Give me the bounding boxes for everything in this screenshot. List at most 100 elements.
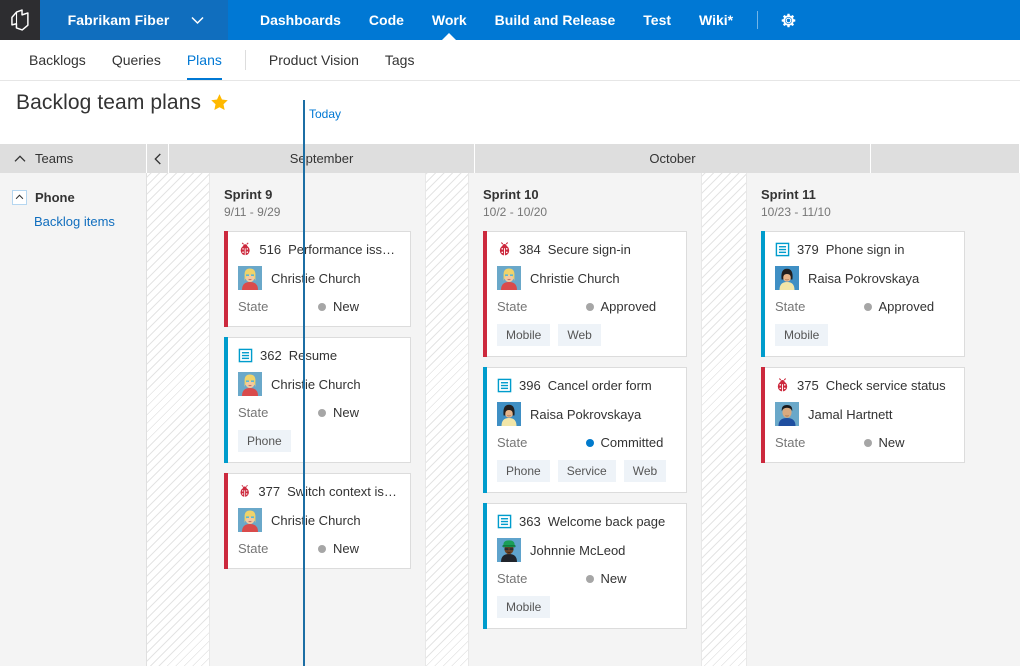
card-type-stripe	[483, 367, 487, 493]
month-label: October	[649, 151, 695, 166]
tag-chip[interactable]: Mobile	[497, 596, 550, 618]
work-item-card[interactable]: 379 Phone sign in Raisa Pokrovskaya Stat…	[761, 231, 965, 357]
state-text: Approved	[601, 299, 657, 314]
state-dot	[318, 303, 326, 311]
nav-item-build-and-release[interactable]: Build and Release	[481, 0, 630, 40]
card-state-row: State New	[238, 541, 398, 556]
vsts-logo[interactable]	[0, 0, 40, 40]
state-label: State	[238, 541, 318, 556]
state-dot	[318, 409, 326, 417]
timeline-header: Teams September October	[0, 144, 1020, 173]
vsts-logo-icon	[9, 9, 31, 31]
card-assignee: Christie Church	[497, 266, 674, 290]
state-value: New	[318, 299, 359, 314]
christie-church-avatar	[238, 508, 262, 532]
subnav-item-product-vision[interactable]: Product Vision	[256, 40, 372, 80]
card-tags: Phone	[238, 430, 398, 452]
subnav-label: Plans	[187, 52, 222, 68]
nav-label: Dashboards	[260, 12, 341, 28]
page-title: Backlog team plans	[16, 91, 201, 115]
subnav-item-plans[interactable]: Plans	[174, 40, 235, 80]
tag-chip[interactable]: Web	[558, 324, 600, 346]
sprint-column-sprint-9: Sprint 9 9/11 - 9/29 516	[210, 173, 425, 666]
primary-nav: Dashboards Code Work Build and Release T…	[228, 0, 809, 40]
nav-item-test[interactable]: Test	[629, 0, 685, 40]
subnav-item-queries[interactable]: Queries	[99, 40, 174, 80]
card-type-stripe	[761, 231, 765, 357]
nav-item-work[interactable]: Work	[418, 0, 481, 40]
card-state-row: State Approved	[497, 299, 674, 314]
today-marker-label: Today	[309, 107, 341, 121]
card-assignee: Christie Church	[238, 508, 398, 532]
account-selector[interactable]: Fabrikam Fiber	[40, 0, 228, 40]
state-text: New	[601, 571, 627, 586]
tag-chip[interactable]: Phone	[497, 460, 550, 482]
work-item-card[interactable]: 363 Welcome back page	[483, 503, 687, 629]
card-title-row: 363 Welcome back page	[497, 514, 674, 529]
card-title: Welcome back page	[548, 514, 666, 529]
collapse-teams-panel-button[interactable]	[147, 144, 169, 173]
team-backlog-link[interactable]: Backlog items	[0, 214, 146, 229]
chevron-left-icon	[154, 153, 162, 165]
nav-label: Work	[432, 12, 467, 28]
raisa-pokrovskaya-avatar	[775, 266, 799, 290]
christie-church-avatar	[497, 266, 521, 290]
state-label: State	[775, 435, 864, 450]
tag-chip[interactable]: Mobile	[497, 324, 550, 346]
chevron-up-icon	[15, 194, 24, 200]
sprint-name: Sprint 10	[483, 187, 687, 202]
bug-icon	[775, 378, 790, 393]
work-item-card[interactable]: 377 Switch context issues Christie Churc…	[224, 473, 411, 569]
tag-chip[interactable]: Mobile	[775, 324, 828, 346]
assignee-name: Johnnie McLeod	[530, 543, 625, 558]
card-title: Resume	[289, 348, 337, 363]
card-title-row: 516 Performance issues	[238, 242, 398, 257]
sprint-column-sprint-11: Sprint 11 10/23 - 11/10 379 Phone sign i…	[747, 173, 979, 666]
work-item-card[interactable]: 384 Secure sign-in Christie Church	[483, 231, 687, 357]
tag-chip[interactable]: Service	[558, 460, 616, 482]
nav-item-code[interactable]: Code	[355, 0, 418, 40]
nav-item-wiki[interactable]: Wiki*	[685, 0, 747, 40]
card-id: 375	[797, 378, 819, 393]
subnav-item-tags[interactable]: Tags	[372, 40, 428, 80]
card-type-stripe	[483, 231, 487, 357]
work-item-card[interactable]: 516 Performance issues Christie Church	[224, 231, 411, 327]
today-marker-line	[303, 100, 305, 666]
card-title-row: 377 Switch context issues	[238, 484, 398, 499]
work-item-card[interactable]: 396 Cancel order form Raisa Pokrovskaya …	[483, 367, 687, 493]
state-label: State	[238, 299, 318, 314]
work-item-card[interactable]: 375 Check service status Jamal Hartnett …	[761, 367, 965, 463]
tag-chip[interactable]: Phone	[238, 430, 291, 452]
nav-item-dashboards[interactable]: Dashboards	[246, 0, 355, 40]
assignee-name: Christie Church	[271, 271, 361, 286]
page-header: Backlog team plans	[0, 81, 1020, 124]
settings-button[interactable]	[768, 0, 809, 40]
team-collapse-toggle[interactable]	[12, 190, 27, 205]
top-navigation-bar: Fabrikam Fiber Dashboards Code Work Buil…	[0, 0, 1020, 40]
sprint-dates: 10/23 - 11/10	[761, 205, 965, 219]
card-state-row: State Committed	[497, 435, 674, 450]
card-type-stripe	[224, 473, 228, 569]
subnav-item-backlogs[interactable]: Backlogs	[16, 40, 99, 80]
work-item-card[interactable]: 362 Resume Christie Church	[224, 337, 411, 463]
product-backlog-item-icon	[775, 242, 790, 257]
star-icon[interactable]	[210, 93, 229, 112]
sprint-column-sprint-10: Sprint 10 10/2 - 10/20 384	[469, 173, 701, 666]
tag-chip[interactable]: Web	[624, 460, 666, 482]
card-state-row: State Approved	[775, 299, 952, 314]
state-text: New	[333, 405, 359, 420]
teams-column-header[interactable]: Teams	[0, 144, 147, 173]
state-label: State	[497, 571, 586, 586]
bug-icon	[497, 242, 512, 257]
month-cell-september: September	[169, 144, 475, 173]
state-label: State	[497, 435, 586, 450]
subnav-divider	[245, 50, 246, 70]
card-state-row: State New	[238, 405, 398, 420]
subnav-label: Queries	[112, 52, 161, 68]
card-id: 384	[519, 242, 541, 257]
card-tags: Mobile	[497, 596, 674, 618]
christie-church-avatar	[238, 372, 262, 396]
nav-label: Code	[369, 12, 404, 28]
nav-label: Test	[643, 12, 671, 28]
card-title: Cancel order form	[548, 378, 652, 393]
